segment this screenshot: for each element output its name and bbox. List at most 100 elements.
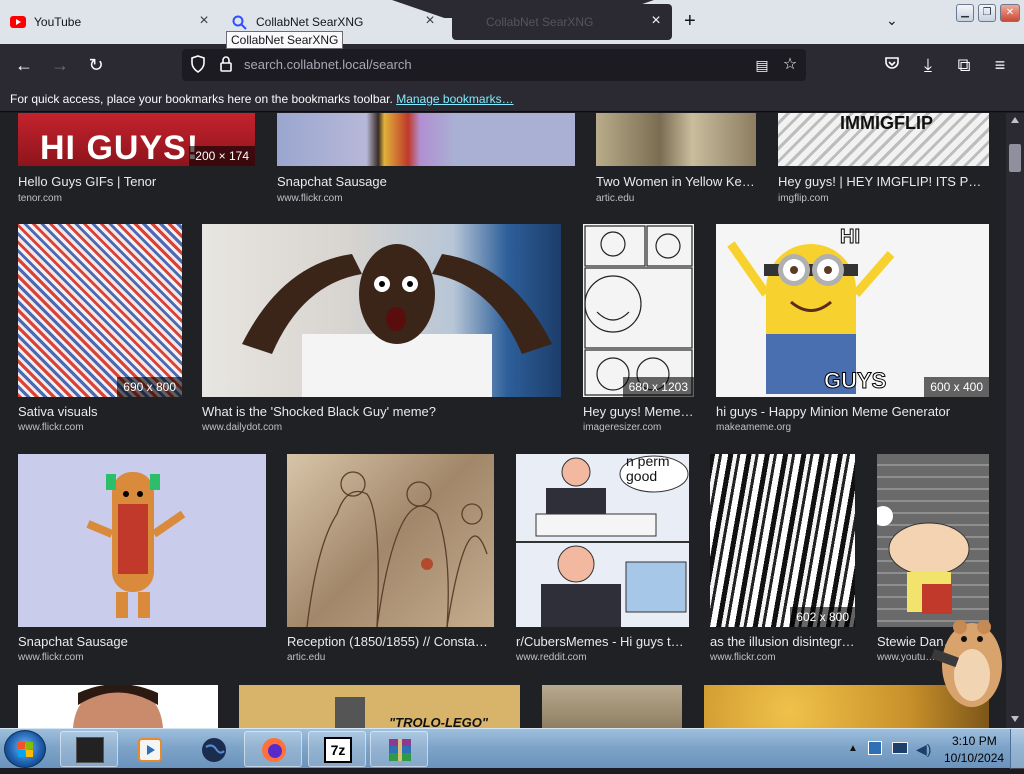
result-card[interactable]: Two Women in Yellow Ke… artic.edu [596,113,756,208]
result-thumbnail[interactable]: 602 x 800 [710,454,855,627]
network-shield-icon[interactable] [868,741,882,755]
result-source: www.flickr.com [18,422,84,433]
result-thumbnail[interactable] [277,113,575,166]
clock-time[interactable]: 3:10 PM [952,734,997,748]
result-thumbnail[interactable]: HI GUYS 600 x 400 [716,224,989,397]
result-card[interactable]: 680 x 1203 Hey guys! Meme … imageresizer… [583,224,694,436]
show-hidden-icons-icon[interactable]: ▲ [848,743,858,754]
forward-arrow-icon[interactable]: → [50,55,70,75]
result-card[interactable] [542,685,682,728]
show-desktop-button[interactable] [1010,729,1024,769]
result-source: www.reddit.com [516,652,587,663]
url-bar[interactable]: search.collabnet.local/search ▤ ☆ [182,49,806,81]
result-thumbnail[interactable] [596,113,756,166]
extensions-icon[interactable]: ⧉ [954,55,974,75]
result-title[interactable]: r/CubersMemes - Hi guys t… [516,634,689,649]
list-all-tabs-icon[interactable]: ⌄ [886,12,898,29]
taskbar-firefox[interactable] [244,731,302,767]
result-thumbnail[interactable]: 680 x 1203 [583,224,694,397]
thumbnail-caption: GUYS [823,368,887,394]
minimize-button[interactable]: ▁ [956,4,974,22]
globe-icon [202,738,226,762]
bookmark-star-icon[interactable]: ☆ [780,55,800,75]
tab-youtube[interactable]: YouTube × [0,4,220,40]
result-source: artic.edu [287,652,326,663]
result-title[interactable]: Hey guys! Meme … [583,404,694,419]
rage-comic-illustration [584,225,693,396]
result-thumbnail[interactable]: n perm good [516,454,689,627]
close-tab-icon[interactable]: × [196,13,212,30]
result-card[interactable]: IMMIGFLIP Hey guys! | HEY IMGFLIP! ITS P… [778,113,989,208]
tab-bar: YouTube × CollabNet SearXNG × CollabNet … [0,0,1024,44]
close-tab-icon[interactable]: × [648,13,664,30]
result-thumbnail[interactable]: "TROLO-LEGO" [239,685,520,728]
tab-searxng-active[interactable]: CollabNet SearXNG × [452,4,672,40]
lock-icon[interactable] [216,55,236,75]
restore-button[interactable]: ❐ [978,4,996,22]
taskbar-winrar[interactable] [370,731,428,767]
firefox-icon [262,738,286,762]
result-source: imageresizer.com [583,422,662,433]
result-title[interactable]: Two Women in Yellow Ke… [596,174,756,189]
7zip-icon: 7z [324,737,352,763]
pocket-icon[interactable] [882,55,902,75]
thumbnail-caption: IMMIGFLIP [840,113,933,133]
result-thumbnail[interactable]: IMMIGFLIP [778,113,989,166]
manage-bookmarks-link[interactable]: Manage bookmarks… [396,92,513,106]
result-title[interactable]: What is the 'Shocked Black Guy' meme? [202,404,561,419]
start-button[interactable] [4,730,46,768]
result-card[interactable]: HI GUYS 600 x 400 hi guys - Happy Minion… [716,224,989,436]
result-thumbnail[interactable] [287,454,494,627]
result-thumbnail[interactable]: HI GUYS! 200 × 174 [18,113,255,166]
result-card[interactable] [18,685,218,728]
clock-date[interactable]: 10/10/2024 [944,751,1004,765]
result-title[interactable]: as the illusion disintegr… [710,634,855,649]
result-thumbnail[interactable] [18,454,266,627]
new-tab-button[interactable]: + [684,10,696,33]
back-arrow-icon[interactable]: ← [14,55,34,75]
volume-icon[interactable]: ◀) [916,741,931,758]
result-card[interactable]: What is the 'Shocked Black Guy' meme? ww… [202,224,561,436]
scroll-up-arrow-icon[interactable] [1011,117,1019,123]
result-title[interactable]: Hey guys! | HEY IMGFLIP! ITS P… [778,174,989,189]
result-source: tenor.com [18,193,62,204]
shield-icon[interactable] [188,55,208,75]
vertical-scrollbar[interactable] [1006,113,1024,728]
result-title[interactable]: Snapchat Sausage [18,634,266,649]
reload-icon[interactable]: ↻ [86,55,106,75]
result-title[interactable]: Hello Guys GIFs | Tenor [18,174,255,189]
result-card[interactable]: HI GUYS! 200 × 174 Hello Guys GIFs | Ten… [18,113,255,208]
result-card[interactable]: n perm good r/CubersMemes - Hi guys t… w… [516,454,689,666]
result-thumbnail[interactable]: 690 x 800 [18,224,182,397]
hamster-overlay-image [928,603,1006,713]
result-thumbnail[interactable] [542,685,682,728]
taskbar-terminal[interactable] [60,731,118,767]
result-thumbnail[interactable] [18,685,218,728]
result-title[interactable]: Reception (1850/1855) // Consta… [287,634,494,649]
result-card[interactable]: 602 x 800 as the illusion disintegr… www… [710,454,855,666]
display-icon[interactable] [892,742,908,754]
result-card[interactable]: Snapchat Sausage www.flickr.com [18,454,266,666]
scrollbar-thumb[interactable] [1009,144,1021,172]
reader-view-icon[interactable]: ▤ [752,55,772,75]
result-card[interactable]: Snapchat Sausage www.flickr.com [277,113,575,208]
result-thumbnail[interactable] [877,454,989,627]
close-window-button[interactable]: ✕ [1000,4,1020,22]
result-title[interactable]: Sativa visuals [18,404,182,419]
menu-icon[interactable]: ≡ [990,55,1010,75]
result-source: www.flickr.com [18,652,84,663]
result-thumbnail[interactable] [202,224,561,397]
taskbar-7zip[interactable]: 7z [308,731,366,767]
result-card[interactable]: "TROLO-LEGO" [239,685,520,728]
downloads-icon[interactable]: ⤓ [918,55,938,75]
url-text[interactable]: search.collabnet.local/search [244,57,412,72]
result-source: makeameme.org [716,422,792,433]
taskbar-media-player[interactable] [120,731,178,767]
result-card[interactable]: Reception (1850/1855) // Consta… artic.e… [287,454,494,666]
scroll-down-arrow-icon[interactable] [1011,716,1019,722]
taskbar-globe[interactable] [184,731,242,767]
close-tab-icon[interactable]: × [422,13,438,30]
result-title[interactable]: Snapchat Sausage [277,174,575,189]
result-card[interactable]: 690 x 800 Sativa visuals www.flickr.com [18,224,182,436]
result-title[interactable]: hi guys - Happy Minion Meme Generator [716,404,989,419]
